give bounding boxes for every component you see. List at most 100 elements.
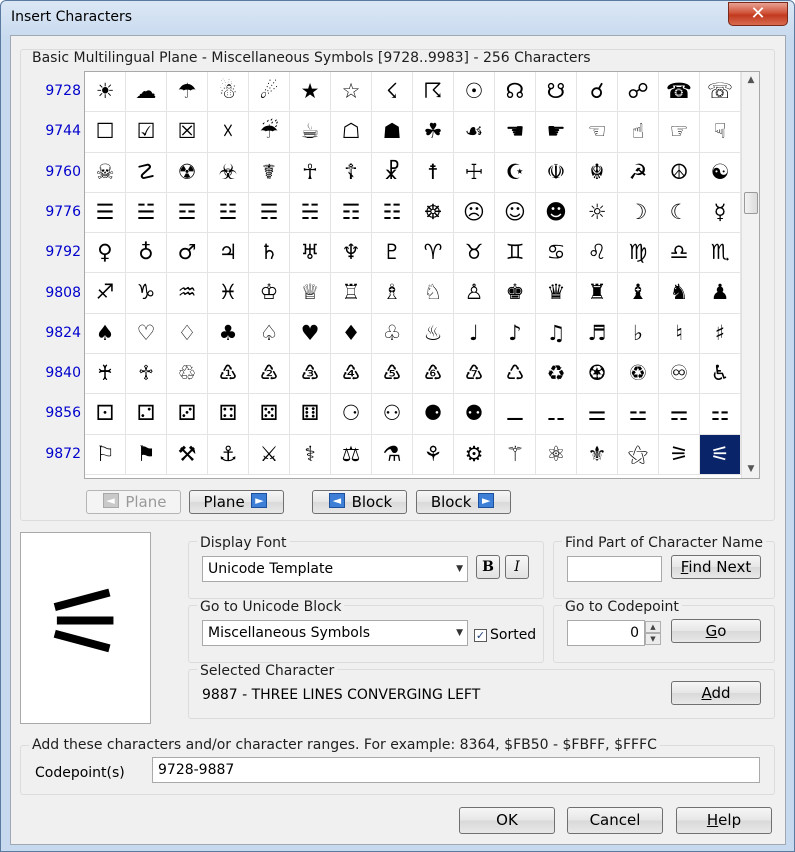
scroll-thumb[interactable]: [744, 192, 758, 214]
char-cell[interactable]: ⚞: [659, 434, 700, 475]
char-cell[interactable]: ⚗: [372, 434, 413, 475]
codepoint-input[interactable]: 0: [567, 620, 645, 646]
char-cell[interactable]: ⚅: [290, 394, 331, 435]
char-cell[interactable]: ☰: [85, 192, 126, 234]
char-cell[interactable]: ☻: [536, 192, 577, 234]
char-cell[interactable]: ☫: [536, 152, 577, 193]
char-cell[interactable]: ☢: [167, 152, 208, 193]
char-cell[interactable]: ☚: [495, 112, 536, 153]
char-cell[interactable]: ♣: [208, 313, 249, 355]
char-cell[interactable]: ♤: [249, 313, 290, 355]
char-cell[interactable]: ♰: [85, 354, 126, 395]
char-cell[interactable]: ☪: [495, 152, 536, 193]
char-cell[interactable]: ⚒: [167, 434, 208, 475]
char-cell[interactable]: ⚔: [249, 434, 290, 475]
char-cell[interactable]: ♥: [290, 313, 331, 355]
char-cell[interactable]: ⚟: [700, 434, 741, 475]
char-cell[interactable]: ♡: [126, 313, 167, 355]
char-cell[interactable]: ♀: [85, 233, 126, 274]
char-cell[interactable]: ♅: [290, 233, 331, 274]
char-cell[interactable]: ☠: [85, 152, 126, 193]
char-cell[interactable]: ☨: [413, 152, 454, 193]
char-cell[interactable]: ☲: [167, 192, 208, 234]
char-cell[interactable]: ♇: [372, 233, 413, 274]
char-cell[interactable]: ♂: [167, 233, 208, 274]
char-cell[interactable]: ♝: [618, 273, 659, 314]
char-cell[interactable]: ⚑: [126, 434, 167, 475]
char-cell[interactable]: ⚓: [208, 434, 249, 475]
char-cell[interactable]: ☀: [85, 72, 126, 113]
sorted-checkbox[interactable]: ✓: [474, 629, 487, 642]
char-cell[interactable]: ☟: [700, 112, 741, 153]
char-cell[interactable]: ♭: [618, 313, 659, 355]
char-cell[interactable]: ♬: [577, 313, 618, 355]
char-cell[interactable]: ☓: [208, 112, 249, 153]
char-cell[interactable]: ☔: [249, 112, 290, 153]
char-cell[interactable]: ☼: [577, 192, 618, 234]
char-cell[interactable]: ♍: [618, 233, 659, 274]
char-cell[interactable]: ♢: [167, 313, 208, 355]
char-cell[interactable]: ☞: [659, 112, 700, 153]
char-cell[interactable]: ☤: [249, 152, 290, 193]
char-cell[interactable]: ⚀: [85, 394, 126, 435]
find-name-input[interactable]: [567, 556, 662, 582]
char-cell[interactable]: ♉: [454, 233, 495, 274]
char-cell[interactable]: ⚋: [536, 394, 577, 435]
char-cell[interactable]: ☮: [659, 152, 700, 193]
char-cell[interactable]: ♗: [372, 273, 413, 314]
help-button[interactable]: Help: [676, 807, 772, 834]
char-cell[interactable]: ☜: [577, 112, 618, 153]
prev-block-button[interactable]: ◄ Block: [312, 490, 407, 514]
char-cell[interactable]: ☷: [372, 192, 413, 234]
codepoint-spinner[interactable]: ▲ ▼: [645, 621, 661, 645]
char-cell[interactable]: ⚜: [577, 434, 618, 475]
char-cell[interactable]: ☃: [208, 72, 249, 113]
char-cell[interactable]: ☬: [577, 152, 618, 193]
char-cell[interactable]: ♶: [331, 354, 372, 395]
next-plane-button[interactable]: Plane ►: [189, 490, 284, 514]
char-cell[interactable]: ⚏: [700, 394, 741, 435]
char-cell[interactable]: ⚆: [331, 394, 372, 435]
char-cell[interactable]: ☆: [331, 72, 372, 113]
char-cell[interactable]: ⚖: [331, 434, 372, 475]
char-cell[interactable]: ☵: [290, 192, 331, 234]
char-cell[interactable]: ♓: [208, 273, 249, 314]
char-cell[interactable]: ♼: [577, 354, 618, 395]
char-cell[interactable]: ♿: [700, 354, 741, 395]
next-block-button[interactable]: Block ►: [416, 490, 511, 514]
char-cell[interactable]: ☐: [85, 112, 126, 153]
char-cell[interactable]: ♚: [495, 273, 536, 314]
add-button[interactable]: Add: [671, 681, 761, 705]
char-cell[interactable]: ♒: [167, 273, 208, 314]
char-cell[interactable]: ♨: [413, 313, 454, 355]
grid-scrollbar[interactable]: ▲ ▼: [741, 72, 759, 478]
char-cell[interactable]: ♑: [126, 273, 167, 314]
scroll-down-icon[interactable]: ▼: [742, 461, 760, 477]
scroll-up-icon[interactable]: ▲: [742, 72, 760, 88]
char-cell[interactable]: ☎: [659, 72, 700, 113]
display-font-select[interactable]: Unicode Template ▼: [202, 556, 468, 582]
char-cell[interactable]: ♏: [700, 233, 741, 274]
unicode-block-select[interactable]: Miscellaneous Symbols ▼: [202, 620, 468, 646]
char-cell[interactable]: ☝: [618, 112, 659, 153]
char-cell[interactable]: ☂: [167, 72, 208, 113]
char-cell[interactable]: ☿: [700, 192, 741, 234]
char-cell[interactable]: ☛: [536, 112, 577, 153]
char-cell[interactable]: ♎: [659, 233, 700, 274]
char-cell[interactable]: ☸: [413, 192, 454, 234]
char-cell[interactable]: ♟: [700, 273, 741, 314]
char-cell[interactable]: ♻: [536, 354, 577, 395]
char-cell[interactable]: ⚄: [249, 394, 290, 435]
char-cell[interactable]: ♲: [167, 354, 208, 395]
char-cell[interactable]: ♵: [290, 354, 331, 395]
char-cell[interactable]: ♴: [249, 354, 290, 395]
char-cell[interactable]: ♆: [331, 233, 372, 274]
char-cell[interactable]: ☁: [126, 72, 167, 113]
prev-plane-button[interactable]: ◄ Plane: [86, 490, 181, 514]
char-cell[interactable]: ♷: [372, 354, 413, 395]
char-cell[interactable]: ⚘: [413, 434, 454, 475]
char-cell[interactable]: ♊: [495, 233, 536, 274]
char-cell[interactable]: ☴: [249, 192, 290, 234]
codepoints-input[interactable]: 9728-9887: [152, 757, 760, 783]
char-cell[interactable]: ⚐: [85, 434, 126, 475]
